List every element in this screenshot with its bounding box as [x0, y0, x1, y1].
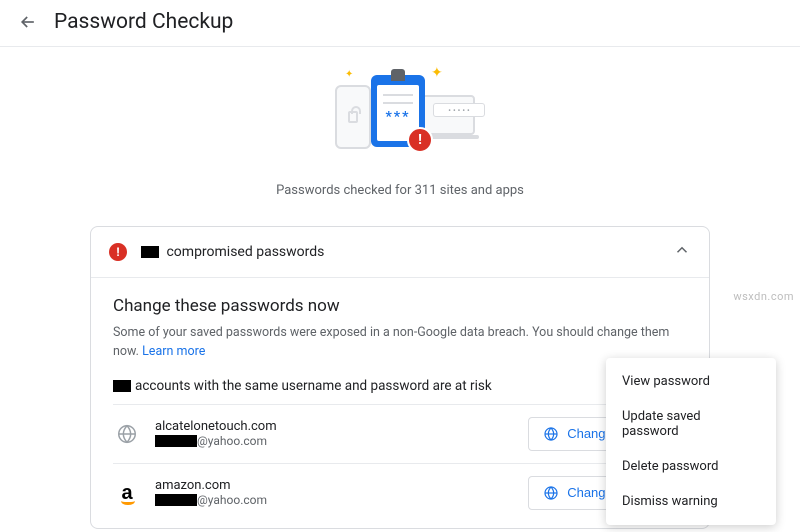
- site-favicon: a: [113, 479, 141, 507]
- account-user-domain: @yahoo.com: [197, 493, 267, 507]
- back-button[interactable]: [14, 8, 42, 36]
- context-menu: View password Update saved password Dele…: [606, 358, 776, 525]
- account-user-domain: @yahoo.com: [197, 434, 267, 448]
- arrow-left-icon: [18, 12, 38, 32]
- globe-icon: [543, 485, 559, 501]
- site-favicon: [113, 420, 141, 448]
- risk-summary: accounts with the same username and pass…: [113, 378, 687, 394]
- sparkle-icon: ✦: [431, 65, 443, 81]
- globe-icon: [543, 426, 559, 442]
- account-info: amazon.com @yahoo.com: [155, 478, 528, 507]
- sparkle-icon: ✦: [345, 69, 353, 80]
- account-username: @yahoo.com: [155, 493, 528, 507]
- card-header[interactable]: ! compromised passwords: [91, 227, 709, 278]
- clipboard-stars: ***: [385, 109, 410, 125]
- password-field-icon: • • • • •: [433, 103, 485, 117]
- account-row: a amazon.com @yahoo.com Change password: [113, 463, 687, 522]
- hero-illustration: ✦ ✦ ✦ • • • • • *** !: [315, 65, 485, 165]
- risk-text: accounts with the same username and pass…: [135, 378, 492, 394]
- chevron-up-icon: [673, 241, 691, 263]
- alert-badge-icon: !: [407, 127, 433, 153]
- lock-icon: [348, 111, 358, 123]
- card-header-text: compromised passwords: [163, 244, 324, 260]
- clipboard-icon: *** !: [371, 75, 425, 147]
- account-site: amazon.com: [155, 478, 528, 493]
- menu-update-saved-password[interactable]: Update saved password: [606, 399, 776, 449]
- menu-delete-password[interactable]: Delete password: [606, 449, 776, 484]
- warning-title: Change these passwords now: [113, 296, 687, 316]
- redacted-count: [113, 380, 131, 392]
- learn-more-link[interactable]: Learn more: [142, 344, 205, 359]
- menu-dismiss-warning[interactable]: Dismiss warning: [606, 484, 776, 519]
- menu-view-password[interactable]: View password: [606, 364, 776, 399]
- watermark: wsxdn.com: [733, 290, 794, 303]
- page-title: Password Checkup: [54, 10, 233, 34]
- globe-icon: [116, 423, 138, 445]
- redacted-count: [141, 246, 159, 258]
- header: Password Checkup: [0, 0, 800, 47]
- amazon-icon: a: [121, 483, 132, 503]
- account-row: alcatelonetouch.com @yahoo.com Change pa…: [113, 404, 687, 463]
- card-header-title: compromised passwords: [141, 244, 673, 260]
- redacted-username: [155, 435, 197, 447]
- hero-caption: Passwords checked for 311 sites and apps: [0, 183, 800, 198]
- phone-icon: [335, 85, 371, 149]
- account-username: @yahoo.com: [155, 434, 528, 448]
- redacted-username: [155, 494, 197, 506]
- alert-icon: !: [109, 243, 127, 261]
- hero: ✦ ✦ ✦ • • • • • *** ! Passwords checked …: [0, 47, 800, 208]
- account-info: alcatelonetouch.com @yahoo.com: [155, 419, 528, 448]
- warning-description: Some of your saved passwords were expose…: [113, 324, 687, 362]
- account-site: alcatelonetouch.com: [155, 419, 528, 434]
